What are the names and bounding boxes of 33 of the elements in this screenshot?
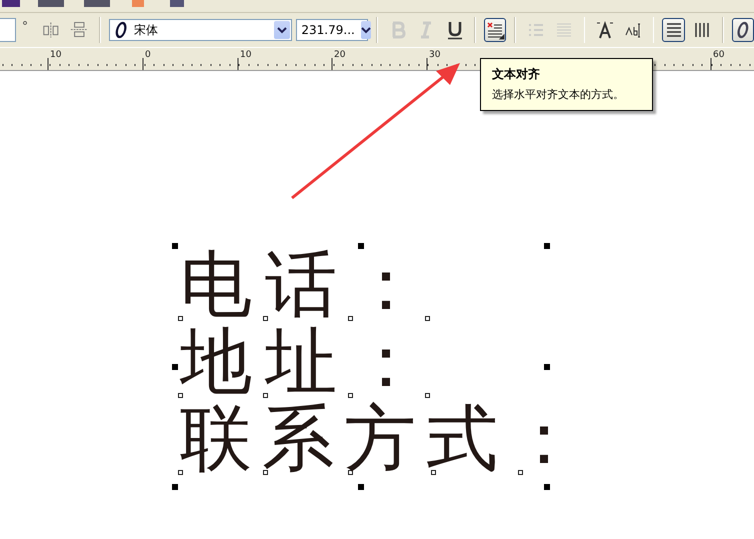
ruler-label: 60 bbox=[713, 50, 724, 60]
selection-handle[interactable] bbox=[172, 243, 178, 249]
selection-handle[interactable] bbox=[358, 243, 364, 249]
angle-field[interactable] bbox=[0, 18, 16, 42]
selection-handle[interactable] bbox=[172, 484, 178, 490]
character-node[interactable] bbox=[425, 393, 430, 398]
ruler-label: 20 bbox=[334, 50, 346, 60]
character-node[interactable] bbox=[348, 316, 353, 321]
selection-handle[interactable] bbox=[544, 484, 550, 490]
font-size-dropdown[interactable]: 231.79... bbox=[296, 19, 368, 41]
tooltip-text: 选择水平对齐文本的方式。 bbox=[492, 87, 625, 102]
selection-handle[interactable] bbox=[358, 484, 364, 490]
ruler-label: 10 bbox=[240, 50, 252, 60]
font-dropdown[interactable]: 宋体 bbox=[108, 19, 292, 41]
ruler-label: 0 bbox=[145, 50, 151, 60]
selection-handle[interactable] bbox=[544, 364, 550, 370]
tooltip-title: 文本对齐 bbox=[492, 66, 541, 83]
character-node[interactable] bbox=[431, 470, 436, 475]
character-node[interactable] bbox=[348, 470, 353, 475]
character-node[interactable] bbox=[518, 470, 523, 475]
character-node[interactable] bbox=[178, 393, 183, 398]
ruler-label: 10 bbox=[50, 50, 62, 60]
ruler-label: 30 bbox=[429, 50, 440, 60]
character-node[interactable] bbox=[178, 470, 183, 475]
character-node[interactable] bbox=[178, 316, 183, 321]
character-node[interactable] bbox=[425, 316, 430, 321]
opentype-font-icon bbox=[114, 21, 128, 39]
degree-unit: ° bbox=[22, 19, 28, 33]
character-node[interactable] bbox=[348, 393, 353, 398]
selection-handle[interactable] bbox=[544, 243, 550, 249]
character-node[interactable] bbox=[263, 393, 268, 398]
selection-handle[interactable] bbox=[172, 364, 178, 370]
character-node[interactable] bbox=[263, 316, 268, 321]
